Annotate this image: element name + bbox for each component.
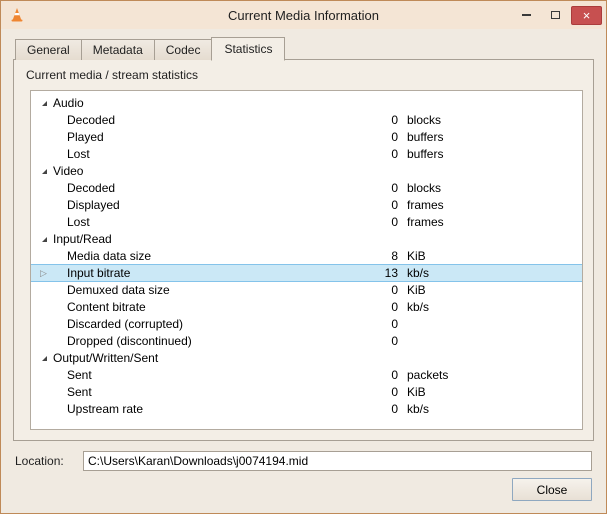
tree-row-value: 0 [391, 368, 398, 382]
tree-item-row[interactable]: Media data size 8 KiB [31, 248, 582, 265]
tree-item-row[interactable]: Dropped (discontinued) 0 [31, 333, 582, 350]
tab-bar: General Metadata Codec Statistics [13, 37, 594, 61]
window-controls: × [513, 5, 602, 25]
tree-row-label: Upstream rate [67, 402, 144, 416]
tree-row-value: 8 [391, 249, 398, 263]
tree-row-label: Decoded [67, 181, 116, 195]
tree-row-value: 0 [391, 130, 398, 144]
tree-row-label: Audio [53, 96, 84, 110]
tree-row-value: 0 [391, 334, 398, 348]
tree-row-value: 0 [391, 283, 398, 297]
collapsed-triangle-icon[interactable]: ▷ [40, 265, 47, 281]
tree-item-row[interactable]: Sent 0 KiB [31, 384, 582, 401]
close-window-icon[interactable]: × [571, 5, 602, 25]
tree-row-unit: blocks [407, 181, 442, 195]
tree-row-label: Video [53, 164, 84, 178]
tree-group-row[interactable]: Audio [31, 95, 582, 112]
minimize-glyph [522, 14, 531, 16]
location-input[interactable] [83, 451, 592, 471]
tree-row-value: 0 [391, 385, 398, 399]
tree-row-label: Sent [67, 385, 92, 399]
minimize-icon[interactable] [513, 6, 540, 25]
tree-item-row[interactable]: Lost 0 buffers [31, 146, 582, 163]
tab-general[interactable]: General [15, 39, 82, 60]
tree-row-label: Lost [67, 215, 90, 229]
expanded-triangle-icon[interactable] [42, 169, 47, 174]
tree-row-label: Sent [67, 368, 92, 382]
tree-item-row[interactable]: Decoded 0 blocks [31, 180, 582, 197]
tree-group-row[interactable]: Input/Read [31, 231, 582, 248]
tree-row-label: Dropped (discontinued) [67, 334, 192, 348]
vlc-cone-icon [9, 7, 25, 23]
tree-row-unit: kb/s [407, 300, 430, 314]
location-label: Location: [15, 454, 64, 468]
stats-tree: Audio Decoded 0 blocks Played 0 buffers Lost 0 bu… [30, 90, 583, 430]
tab-codec[interactable]: Codec [153, 39, 213, 60]
tree-row-unit: kb/s [407, 266, 430, 280]
maximize-icon[interactable] [542, 6, 569, 25]
tree-row-label: Input/Read [53, 232, 112, 246]
tree-item-row[interactable]: Decoded 0 blocks [31, 112, 582, 129]
tree-item-row[interactable]: Upstream rate 0 kb/s [31, 401, 582, 418]
tree-item-row[interactable]: Played 0 buffers [31, 129, 582, 146]
tree-row-unit: KiB [407, 249, 426, 263]
tree-row-value: 0 [391, 215, 398, 229]
tree-row-unit: buffers [407, 147, 444, 161]
maximize-glyph [551, 11, 560, 19]
tab-metadata[interactable]: Metadata [80, 39, 155, 60]
tree-row-label: Discarded (corrupted) [67, 317, 184, 331]
tree-row-value: 0 [391, 113, 398, 127]
tree-group-row[interactable]: Output/Written/Sent [31, 350, 582, 367]
tree-row-unit: kb/s [407, 402, 430, 416]
tree-row-label: Displayed [67, 198, 120, 212]
button-row: Close [13, 478, 594, 501]
tree-item-row[interactable]: Lost 0 frames [31, 214, 582, 231]
tree-row-label: Played [67, 130, 104, 144]
tree-item-row[interactable]: ▷ Input bitrate 13 kb/s [31, 264, 582, 282]
tree-item-row[interactable]: Demuxed data size 0 KiB [31, 282, 582, 299]
tree-row-value: 0 [391, 402, 398, 416]
tree-row-label: Content bitrate [67, 300, 146, 314]
statistics-subtitle: Current media / stream statistics [26, 68, 199, 82]
expanded-triangle-icon[interactable] [42, 356, 47, 361]
tree-row-unit: packets [407, 368, 449, 382]
expanded-triangle-icon[interactable] [42, 237, 47, 242]
tree-row-unit: KiB [407, 385, 426, 399]
expanded-triangle-icon[interactable] [42, 101, 47, 106]
media-information-dialog: Current Media Information × General Metad… [0, 0, 607, 514]
tree-row-label: Lost [67, 147, 90, 161]
tree-row-label: Media data size [67, 249, 152, 263]
tree-row-unit: frames [407, 198, 444, 212]
tree-item-row[interactable]: Content bitrate 0 kb/s [31, 299, 582, 316]
tree-row-value: 0 [391, 181, 398, 195]
tree-row-unit: KiB [407, 283, 426, 297]
tree-row-label: Output/Written/Sent [53, 351, 159, 365]
dialog-content: General Metadata Codec Statistics Current m… [1, 29, 606, 513]
location-row: Location: [13, 451, 594, 471]
tree-item-row[interactable]: Discarded (corrupted) 0 [31, 316, 582, 333]
tree-row-value: 0 [391, 147, 398, 161]
tree-row-label: Decoded [67, 113, 116, 127]
tree-row-unit: buffers [407, 130, 444, 144]
tree-row-unit: blocks [407, 113, 442, 127]
tab-statistics[interactable]: Statistics [211, 37, 286, 61]
titlebar[interactable]: Current Media Information × [1, 1, 606, 29]
tree-row-label: Demuxed data size [67, 283, 170, 297]
tree-row-value: 0 [391, 300, 398, 314]
close-button[interactable]: Close [512, 478, 592, 501]
tree-group-row[interactable]: Video [31, 163, 582, 180]
tree-row-value: 0 [391, 198, 398, 212]
tree-item-row[interactable]: Displayed 0 frames [31, 197, 582, 214]
tree-row-value: 13 [384, 266, 398, 280]
tree-row-unit: frames [407, 215, 444, 229]
tree-item-row[interactable]: Sent 0 packets [31, 367, 582, 384]
statistics-tab-panel: Current media / stream statistics Audio D… [13, 59, 594, 441]
tree-row-label: Input bitrate [67, 266, 131, 280]
tree-row-value: 0 [391, 317, 398, 331]
